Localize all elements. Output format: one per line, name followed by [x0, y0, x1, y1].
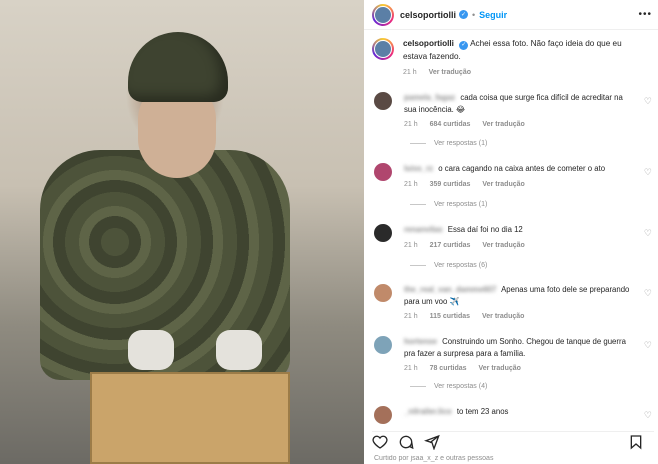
caption-username[interactable]: celsoportiolli [403, 39, 454, 48]
comment-time: 21 h [404, 121, 418, 128]
comment-likes[interactable]: 115 curtidas [430, 313, 470, 320]
comment-text: to tem 23 anos [456, 407, 509, 416]
view-replies-label[interactable]: Ver respostas (6) [434, 262, 487, 269]
caption-translate-link[interactable]: Ver tradução [429, 69, 471, 76]
comment-meta: 21 h 78 curtidas Ver tradução [404, 363, 630, 375]
heart-icon[interactable]: ♡ [644, 167, 652, 178]
post-photo [0, 0, 364, 464]
comment-time: 21 h [404, 241, 418, 249]
heart-icon[interactable]: ♡ [644, 410, 652, 421]
view-replies-label[interactable]: Ver respostas (1) [434, 140, 487, 147]
comment-translate-link[interactable]: Ver tradução [482, 121, 524, 128]
author-username[interactable]: celsoportiolli [400, 10, 456, 20]
comment-likes[interactable]: 78 curtidas [430, 365, 467, 372]
replies-divider [410, 265, 426, 266]
commenter-avatar[interactable] [374, 92, 392, 110]
comment-translate-link[interactable]: Ver tradução [482, 242, 524, 249]
comment-body: pamela_fagaz cada coisa que surge fica d… [404, 92, 630, 131]
comment-translate-link[interactable]: Ver tradução [482, 313, 524, 320]
commenter-username[interactable]: hortense [404, 337, 437, 346]
heart-icon[interactable]: ♡ [644, 288, 652, 299]
view-replies-button[interactable]: Ver respostas (1) [410, 201, 487, 208]
replies-divider [410, 143, 426, 144]
share-icon[interactable] [423, 434, 442, 452]
commenter-avatar[interactable] [374, 336, 392, 354]
replies-divider [410, 204, 426, 205]
view-replies-button[interactable]: Ver respostas (6) [410, 262, 487, 269]
post-action-bar [372, 431, 654, 452]
commenter-username[interactable]: pamela_fagaz [404, 93, 455, 102]
commenter-avatar[interactable] [374, 224, 392, 242]
comment-text: Essa daí foi no dia 12 [447, 225, 523, 234]
comment-text: Construindo um Sonho. Chegou de tanque d… [404, 337, 626, 358]
caption-body: celsoportiolli ✓ Achei essa foto. Não fa… [403, 38, 639, 80]
comment-item: luiss_rz o cara cagando na caixa antes d… [374, 163, 654, 190]
comment-item: pamela_fagaz cada coisa que surge fica d… [374, 92, 654, 131]
photo-hand-left [128, 330, 174, 370]
comment-item: _nilrailer.lico to tem 23 anos ♡ [374, 406, 654, 424]
comment-translate-link[interactable]: Ver tradução [479, 365, 521, 372]
comment-meta: 21 h 217 curtidas Ver tradução [404, 240, 630, 252]
comment-likes[interactable]: 359 curtidas [430, 181, 471, 188]
post-header: celsoportiolli ✓ • Seguir ••• [364, 0, 658, 30]
bookmark-icon[interactable] [628, 434, 646, 452]
commenter-username[interactable]: the_real_van_damme607 [404, 285, 496, 294]
commenter-avatar[interactable] [374, 406, 392, 424]
view-replies-button[interactable]: Ver respostas (1) [410, 140, 487, 147]
comment-meta: 21 h 359 curtidas Ver tradução [404, 179, 630, 191]
photo-helmet [128, 32, 228, 102]
post-caption: celsoportiolli ✓ Achei essa foto. Não fa… [372, 38, 652, 80]
comment-time: 21 h [404, 365, 418, 372]
view-replies-label[interactable]: Ver respostas (1) [434, 201, 487, 208]
comment-body: the_real_van_damme607 Apenas uma foto de… [404, 284, 630, 323]
comment-item: hortense Construindo um Sonho. Chegou de… [374, 336, 654, 375]
comment-translate-link[interactable]: Ver tradução [482, 181, 524, 188]
heart-icon[interactable]: ♡ [644, 340, 652, 351]
comment-item: the_real_van_damme607 Apenas uma foto de… [374, 284, 654, 323]
photo-hand-right [216, 330, 262, 370]
comment-body: luiss_rz o cara cagando na caixa antes d… [404, 163, 630, 190]
commenter-username[interactable]: luiss_rz [404, 164, 433, 173]
comment-time: 21 h [404, 313, 418, 320]
separator-dot: • [472, 9, 476, 20]
heart-icon[interactable] [372, 434, 390, 452]
heart-icon[interactable]: ♡ [644, 228, 652, 239]
comment-item: renanvilas Essa daí foi no dia 12 21 h 2… [374, 224, 654, 251]
comment-body: hortense Construindo um Sonho. Chegou de… [404, 336, 630, 375]
comment-likes[interactable]: 684 curtidas [430, 121, 471, 128]
comment-text: o cara cagando na caixa antes de cometer… [438, 164, 606, 173]
follow-button[interactable]: Seguir [479, 10, 507, 20]
post-side-panel: celsoportiolli ✓ • Seguir ••• celsoporti… [364, 0, 658, 464]
liked-by-text[interactable]: Curtido por jsaa_x_z e outras pessoas [374, 455, 654, 462]
verified-badge-icon: ✓ [459, 40, 469, 50]
view-replies-label[interactable]: Ver respostas (4) [434, 383, 487, 390]
caption-time: 21 h [403, 69, 417, 76]
caption-avatar[interactable] [372, 38, 394, 60]
heart-icon[interactable]: ♡ [644, 96, 652, 107]
commenter-avatar[interactable] [374, 163, 392, 181]
photo-cardboard-box [90, 372, 290, 464]
commenter-avatar[interactable] [374, 284, 392, 302]
replies-divider [410, 386, 426, 387]
caption-meta: 21 h Ver tradução [403, 67, 639, 80]
comment-likes[interactable]: 217 curtidas [430, 242, 471, 249]
commenter-username[interactable]: renanvilas [404, 225, 443, 234]
comment-body: renanvilas Essa daí foi no dia 12 21 h 2… [404, 224, 630, 251]
comment-body: _nilrailer.lico to tem 23 anos [404, 406, 630, 424]
comment-icon[interactable] [398, 434, 416, 452]
verified-badge-icon: ✓ [459, 10, 469, 19]
view-replies-button[interactable]: Ver respostas (4) [410, 383, 487, 390]
comment-time: 21 h [404, 180, 418, 188]
comment-meta: 21 h 115 curtidas Ver tradução [404, 311, 630, 323]
commenter-username[interactable]: _nilrailer.lico [404, 407, 452, 416]
author-avatar[interactable] [372, 3, 394, 26]
comment-meta: 21 h 684 curtidas Ver tradução [404, 119, 630, 131]
more-options-icon[interactable]: ••• [638, 9, 652, 20]
